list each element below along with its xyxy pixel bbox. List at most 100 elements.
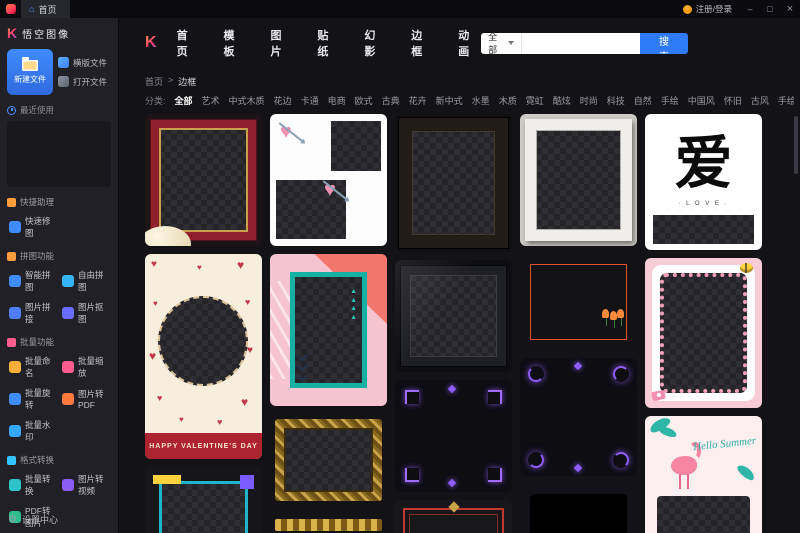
settings-label: 设置中心	[22, 513, 58, 526]
filter-item[interactable]: 花卉	[409, 94, 427, 107]
nav-item-stickers[interactable]: 贴纸	[317, 27, 340, 59]
filter-item[interactable]: 手绘边框	[778, 94, 794, 107]
sidebar-item-image-cutout[interactable]: 图片抠图	[60, 299, 111, 327]
batch-watermark-icon	[9, 425, 21, 437]
frame-thumb-white-gallery[interactable]	[520, 114, 637, 246]
image-to-video-icon	[62, 479, 74, 491]
filter-item[interactable]: 自然	[634, 94, 652, 107]
main-nav: 首页 模板 图片 贴纸 幻影 边框 动画	[177, 27, 482, 59]
app-window: ⌂ 首页 注册/登录 – □ × K 悟空图像 新建文件	[0, 0, 800, 533]
nav-item-home[interactable]: 首页	[177, 27, 200, 59]
filter-item[interactable]: 新中式	[436, 94, 463, 107]
sidebar-item-image-to-video[interactable]: 图片转视频	[60, 471, 111, 499]
heart-icon: ♥	[179, 416, 184, 424]
tab-home[interactable]: ⌂ 首页	[21, 0, 70, 18]
app-logo-icon	[6, 4, 16, 14]
filter-all[interactable]: 全部	[175, 94, 193, 107]
breadcrumb-home[interactable]: 首页	[145, 75, 163, 88]
frame-thumb-dark-wood[interactable]	[395, 114, 512, 252]
tab-home-label: 首页	[38, 3, 56, 16]
nav-item-frames[interactable]: 边框	[411, 27, 434, 59]
brand-logo-icon: K	[7, 25, 17, 41]
frame-thumb-cyan-corner[interactable]	[145, 467, 262, 533]
frame-thumb-red-chinese[interactable]	[395, 500, 512, 533]
filter-item[interactable]: 欧式	[355, 94, 373, 107]
filter-item[interactable]: 酷炫	[553, 94, 571, 107]
filter-item[interactable]: 卡通	[301, 94, 319, 107]
sidebar-item-batch-resize[interactable]: 批量缩放	[60, 353, 111, 381]
nav-item-templates[interactable]: 模板	[224, 27, 247, 59]
image-to-pdf-icon	[62, 393, 74, 405]
sidebar-item-batch-rename[interactable]: 批量命名	[7, 353, 58, 381]
sidebar-item-image-to-pdf[interactable]: 图片转PDF	[60, 385, 111, 413]
heart-icon: ♥	[153, 300, 158, 308]
red-line-border	[530, 264, 627, 340]
sidebar-item-batch-convert[interactable]: 批量转换	[7, 471, 58, 499]
sidebar-item-free-collage[interactable]: 自由拼图	[60, 267, 111, 295]
frame-window	[657, 496, 750, 533]
filter-item[interactable]: 古典	[382, 94, 400, 107]
frame-thumb-purple-brackets[interactable]	[395, 380, 512, 492]
filter-item[interactable]: 中国风	[688, 94, 715, 107]
new-file-button[interactable]: 新建文件	[7, 49, 53, 95]
filter-item[interactable]: 怀旧	[724, 94, 742, 107]
frame-thumb-gold-baroque[interactable]	[270, 414, 387, 506]
search-input[interactable]	[522, 33, 640, 54]
frame-thumb-tech-dark[interactable]	[520, 484, 637, 533]
scrollbar[interactable]	[794, 116, 798, 174]
tulip-icon	[610, 311, 617, 320]
sidebar-item-batch-rotate[interactable]: 批量旋转	[7, 385, 58, 413]
purple-bracket-decor	[488, 390, 502, 404]
frame-thumb-purple-flourish[interactable]	[520, 358, 637, 476]
frame-thumb-teal-geometric[interactable]: ▲▲▲▲	[270, 254, 387, 406]
minimize-button[interactable]: –	[740, 0, 760, 18]
purple-corner-decor	[240, 475, 254, 489]
search-button[interactable]: 搜索	[640, 33, 688, 54]
flamingo-icon	[671, 456, 697, 475]
folder-icon	[22, 60, 38, 71]
frame-thumb-dark-glossy[interactable]	[395, 260, 512, 372]
filter-item[interactable]: 电商	[328, 94, 346, 107]
filter-item[interactable]: 时尚	[580, 94, 598, 107]
close-button[interactable]: ×	[780, 0, 800, 18]
frame-window	[331, 121, 381, 171]
nav-item-images[interactable]: 图片	[270, 27, 293, 59]
frame-thumb-red-gold[interactable]	[145, 114, 262, 246]
login-button[interactable]: 注册/登录	[683, 3, 732, 15]
gold-pattern-decor	[275, 519, 382, 531]
heart-icon: ♥	[237, 259, 244, 271]
frame-thumb-hello-summer[interactable]: Hello Summer	[645, 416, 762, 533]
filter-item[interactable]: 手绘	[661, 94, 679, 107]
frame-thumb-love-polaroid[interactable]: 爱 · L O V E ·	[645, 114, 762, 250]
filter-item[interactable]: 中式木质	[229, 94, 265, 107]
sidebar-item-smart-collage[interactable]: 智能拼图	[7, 267, 58, 295]
frame-thumb-valentine-hearts[interactable]: ♥ ♥	[270, 114, 387, 246]
smart-collage-icon	[9, 275, 21, 287]
filter-item[interactable]: 艺术	[202, 94, 220, 107]
frame-thumb-ornate-partial[interactable]	[270, 514, 387, 533]
filter-item[interactable]: 霓虹	[526, 94, 544, 107]
frame-window	[530, 494, 627, 533]
batch-resize-icon	[62, 361, 74, 373]
open-file-button[interactable]: 打开文件	[58, 76, 107, 88]
filter-item[interactable]: 花边	[274, 94, 292, 107]
nav-item-phantom[interactable]: 幻影	[364, 27, 387, 59]
maximize-button[interactable]: □	[760, 0, 780, 18]
frame-thumb-valentine-tall[interactable]: ♥ ♥ ♥ ♥ ♥ ♥ ♥ ♥ ♥ ♥ ♥ HAPPY VALENTINE'S …	[145, 254, 262, 459]
quick-retouch-icon	[9, 221, 21, 233]
frame-thumb-pink-scallop[interactable]	[645, 258, 762, 408]
search-category-dropdown[interactable]: 全部	[481, 33, 522, 54]
app-brand: K 悟空图像	[7, 24, 111, 42]
filter-item[interactable]: 木质	[499, 94, 517, 107]
horizontal-file-button[interactable]: 横版文件	[58, 57, 107, 69]
sidebar-item-quick-retouch[interactable]: 快速修图	[7, 213, 58, 241]
settings-button[interactable]: ⚙ 设置中心	[8, 513, 58, 526]
sidebar-item-batch-watermark[interactable]: 批量水印	[7, 417, 58, 445]
nav-item-animation[interactable]: 动画	[458, 27, 481, 59]
filter-item[interactable]: 科技	[607, 94, 625, 107]
flamingo-icon	[679, 474, 681, 489]
sidebar-item-image-stitch[interactable]: 图片拼接	[7, 299, 58, 327]
frame-thumb-tulip-line[interactable]	[520, 254, 637, 350]
filter-item[interactable]: 古风	[751, 94, 769, 107]
filter-item[interactable]: 水墨	[472, 94, 490, 107]
